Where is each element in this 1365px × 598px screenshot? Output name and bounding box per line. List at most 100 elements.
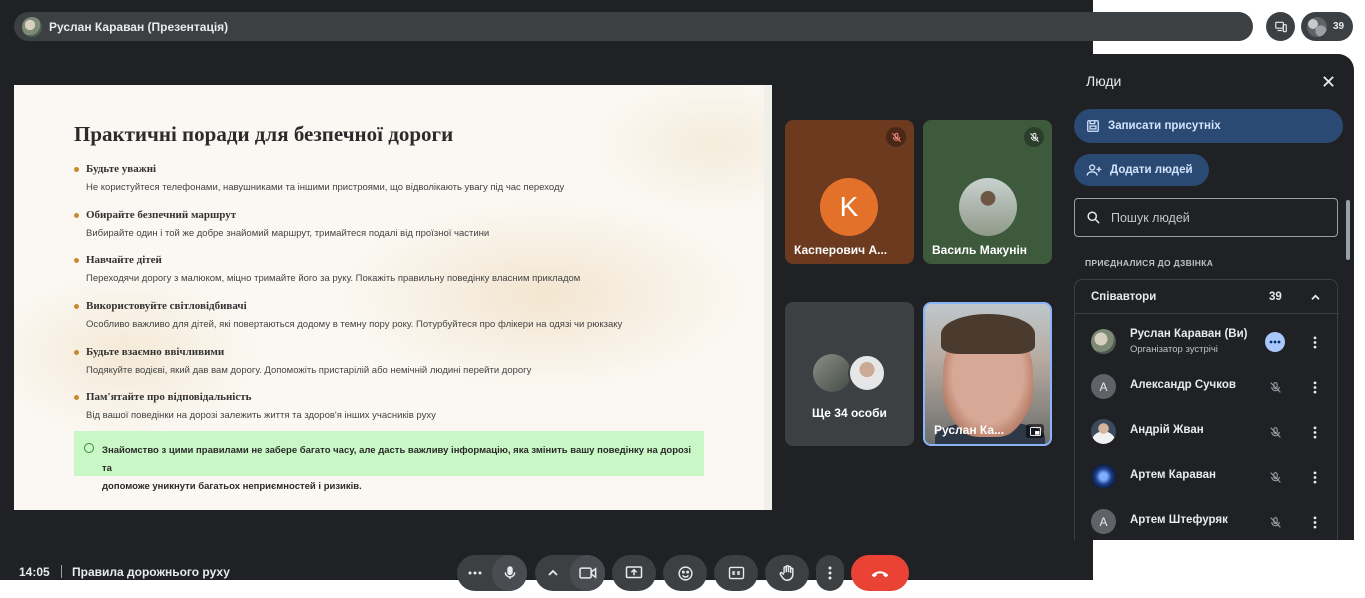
group-label: Співавтори: [1091, 291, 1157, 303]
pip-icon[interactable]: [1026, 424, 1044, 438]
more-participants-label: Ще 34 особи: [812, 406, 887, 420]
mic-off-icon: [1024, 127, 1044, 147]
participant-count: 39: [1333, 21, 1345, 32]
leave-call-button[interactable]: [851, 555, 909, 591]
tip-item: Будьте взаємно ввічливими Подякуйте воді…: [74, 346, 734, 376]
close-icon: [1322, 75, 1334, 87]
more-vertical-icon: [1313, 335, 1317, 349]
person-more-button[interactable]: [1305, 377, 1325, 397]
tip-text: Подякуйте водієві, який дав вам дорогу. …: [86, 365, 532, 376]
note-line-1: Знайомство з цими правилами не забере ба…: [102, 445, 692, 474]
people-button[interactable]: 39: [1301, 12, 1353, 41]
attendance-icon: [1087, 120, 1099, 132]
person-row[interactable]: А Александр Сучков: [1075, 364, 1339, 408]
devices-icon: [1274, 21, 1287, 32]
more-vertical-icon: [828, 566, 832, 580]
camera-button[interactable]: [570, 555, 605, 591]
mic-off-icon: [1265, 377, 1285, 397]
participant-name: Руслан Ка...: [934, 423, 1005, 437]
more-vertical-icon: [1313, 470, 1317, 484]
speaking-indicator-icon: [1265, 332, 1285, 352]
close-panel-button[interactable]: [1318, 71, 1338, 91]
person-more-button[interactable]: [1305, 467, 1325, 487]
person-row[interactable]: Руслан Караван (Ви) Організатор зустрічі: [1075, 319, 1339, 363]
person-add-icon: [1086, 164, 1102, 176]
mic-off-icon: [1265, 467, 1285, 487]
video-hair: [941, 314, 1035, 354]
tip-item: Пам'ятайте про відповідальність Від вашо…: [74, 391, 734, 421]
presentation-slide: Практичні поради для безпечної дороги Бу…: [14, 85, 772, 510]
hand-icon: [779, 565, 794, 582]
tip-item: Обирайте безпечний маршрут Вибирайте оди…: [74, 209, 734, 239]
person-name: Руслан Караван (Ви): [1130, 328, 1248, 340]
tip-heading: Обирайте безпечний маршрут: [74, 209, 734, 221]
check-circle-icon: [84, 443, 94, 453]
person-row[interactable]: Андрій Жван: [1075, 409, 1339, 453]
tip-item: Навчайте дітей Переходячи дорогу з малюк…: [74, 254, 734, 284]
section-label: ПРИЄДНАЛИСЯ ДО ДЗВІНКА: [1085, 258, 1214, 268]
mic-icon: [504, 566, 515, 579]
reactions-button[interactable]: [663, 555, 707, 591]
more-options-button[interactable]: [816, 555, 844, 591]
audio-options-button[interactable]: [457, 555, 492, 591]
people-search[interactable]: [1074, 198, 1338, 237]
add-people-label: Додати людей: [1110, 164, 1193, 176]
present-button[interactable]: [612, 555, 656, 591]
more-participants-tile[interactable]: Ще 34 особи: [785, 302, 914, 446]
person-avatar: [1091, 464, 1116, 489]
meeting-clock: 14:05: [19, 565, 50, 579]
person-initial-avatar: А: [1091, 509, 1116, 534]
person-row[interactable]: А Артем Штефуряк: [1075, 499, 1339, 540]
presenter-avatar: [22, 16, 42, 37]
present-icon: [625, 566, 643, 579]
tip-text: Переходячи дорогу з малюком, міцно трима…: [86, 273, 581, 284]
call-end-icon: [871, 570, 889, 577]
video-options-button[interactable]: [535, 555, 570, 591]
tip-text: Не користуйтеся телефонами, навушниками …: [86, 182, 565, 193]
add-people-button[interactable]: Додати людей: [1074, 154, 1209, 186]
meeting-name: Правила дорожнього руху: [72, 565, 230, 579]
tip-text: Вибирайте один і той же добре знайомий м…: [86, 228, 490, 239]
person-more-button[interactable]: [1305, 332, 1325, 352]
more-horizontal-icon: [468, 571, 481, 575]
note-line-2: допоможе уникнути багатьох неприємностей…: [102, 481, 362, 492]
tip-text: Особливо важливо для дітей, які повертаю…: [86, 319, 623, 330]
raise-hand-button[interactable]: [765, 555, 809, 591]
person-row[interactable]: Артем Караван: [1075, 454, 1339, 498]
emoji-icon: [677, 565, 693, 581]
presenter-title: Руслан Караван (Презентація): [49, 19, 229, 34]
tip-heading: Будьте уважні: [74, 163, 734, 175]
mic-off-icon: [1265, 512, 1285, 532]
presentation-bar[interactable]: Руслан Караван (Презентація): [14, 12, 1253, 41]
participant-initial-avatar: K: [820, 178, 878, 236]
person-name: Артем Штефуряк: [1130, 514, 1228, 526]
group-count: 39: [1269, 291, 1282, 303]
people-panel: Люди Записати присутніх Додати людей ПРИ…: [1064, 54, 1354, 540]
person-more-button[interactable]: [1305, 422, 1325, 442]
person-avatar: [1091, 329, 1116, 354]
self-video-tile[interactable]: Руслан Ка...: [923, 302, 1052, 446]
participant-tile[interactable]: Василь Макунін: [923, 120, 1052, 264]
panel-scrollbar[interactable]: [1346, 200, 1350, 260]
person-name: Андрій Жван: [1130, 424, 1204, 436]
camera-icon: [578, 567, 596, 579]
search-input[interactable]: [1111, 210, 1311, 225]
more-vertical-icon: [1313, 425, 1317, 439]
slide-scrollbar[interactable]: [764, 85, 772, 510]
slide-note: Знайомство з цими правилами не забере ба…: [74, 431, 704, 492]
mic-button[interactable]: [492, 555, 527, 591]
person-name: Артем Караван: [1130, 469, 1216, 481]
participant-tile[interactable]: K Касперович А...: [785, 120, 914, 264]
chevron-up-icon: [1307, 289, 1323, 305]
participant-photo-avatar: [813, 354, 851, 392]
person-name: Александр Сучков: [1130, 379, 1236, 391]
tip-heading: Будьте взаємно ввічливими: [74, 346, 734, 358]
captions-button[interactable]: [714, 555, 758, 591]
devices-button[interactable]: [1266, 12, 1295, 41]
record-attendance-button[interactable]: Записати присутніх: [1074, 109, 1343, 143]
more-vertical-icon: [1313, 380, 1317, 394]
group-header[interactable]: Співавтори 39: [1075, 280, 1339, 314]
person-more-button[interactable]: [1305, 512, 1325, 532]
tip-text: Від вашої поведінки на дорозі залежить ж…: [86, 410, 436, 421]
audio-controls: [457, 555, 527, 591]
